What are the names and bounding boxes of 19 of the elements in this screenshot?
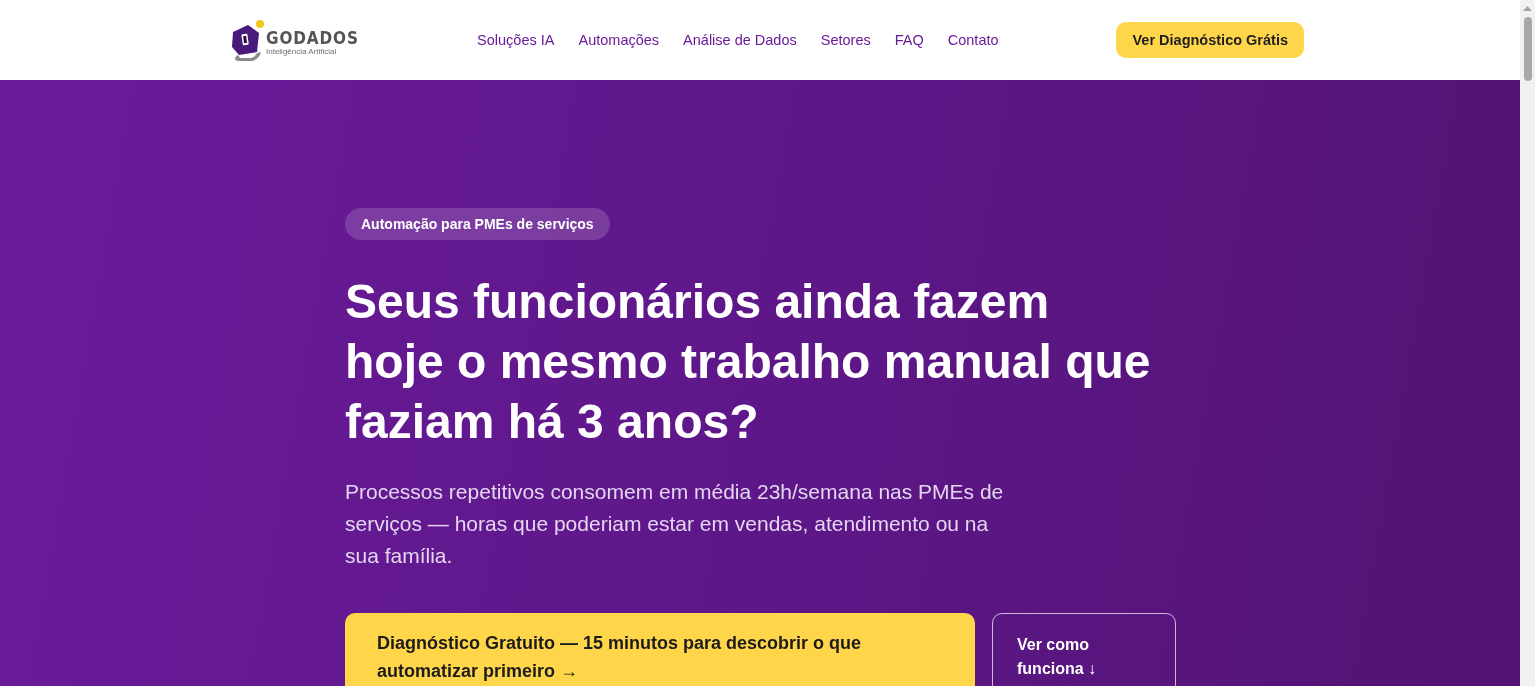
how-it-works-button[interactable]: Ver como funciona ↓: [992, 613, 1176, 686]
nav-link[interactable]: Automações: [578, 32, 660, 48]
scrollbar[interactable]: [1520, 0, 1535, 686]
scroll-up-arrow-icon[interactable]: [1523, 6, 1532, 11]
scrollbar-thumb[interactable]: [1523, 17, 1532, 81]
nav-link[interactable]: Soluções IA: [477, 32, 555, 48]
logo-icon: [230, 19, 264, 61]
nav-link[interactable]: FAQ: [894, 32, 924, 48]
diagnostic-button[interactable]: Diagnóstico Gratuito — 15 minutos para descobrir o que automatizar primeiro →: [345, 613, 975, 686]
nav-link[interactable]: Análise de Dados: [683, 32, 797, 48]
hero-description: Processos repetitivos consomem em média 23h/semana nas PMEs de serviços — horas que poderiam estar em vendas, atendimento ou na sua família.: [345, 479, 1005, 569]
brand-tagline: Inteligência Artificial: [266, 47, 338, 57]
brand-name: GODADOS: [266, 29, 359, 47]
nav-link[interactable]: Contato: [947, 32, 999, 48]
logo-link[interactable]: GODADOS Inteligência Artificial: [230, 19, 376, 61]
free-diagnostic-button[interactable]: Ver Diagnóstico Grátis: [1116, 22, 1304, 58]
nav-link[interactable]: Setores: [820, 32, 871, 48]
topic-badge: Automação para PMEs de serviços: [345, 208, 610, 240]
hero-heading: Seus funcionários ainda fazem hoje o mesmo trabalho manual que faziam há 3 anos?: [345, 274, 1152, 450]
